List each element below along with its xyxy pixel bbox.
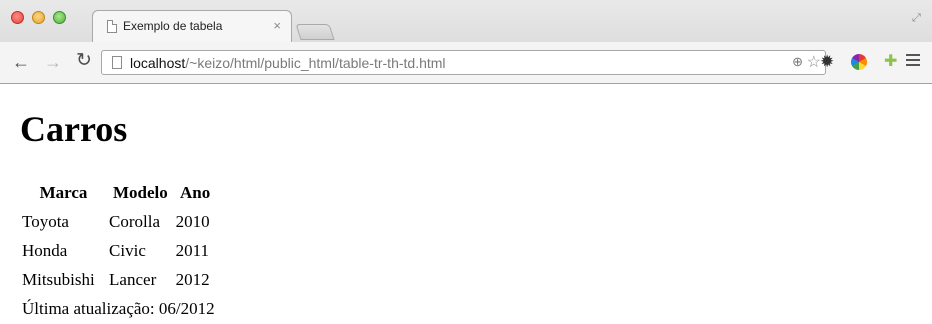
table-cell: Honda: [22, 240, 68, 260]
column-header-modelo: Modelo: [112, 182, 168, 202]
column-header-ano: Ano: [180, 182, 211, 202]
page-icon: [112, 56, 122, 69]
page-icon: [107, 20, 117, 33]
table-row: Toyota Corolla 2010: [21, 208, 216, 235]
back-arrow-icon[interactable]: ←: [12, 53, 30, 71]
table-header-row: Marca Modelo Ano: [21, 179, 216, 206]
table-cell: 2011: [175, 240, 210, 260]
table-cell: Mitsubishi: [22, 269, 95, 289]
page-heading: Carros: [20, 109, 128, 149]
table-cell: Toyota: [22, 211, 69, 231]
table-footer-row: Última atualização: 06/2012: [21, 295, 216, 322]
table-cell: Corolla: [109, 211, 161, 231]
new-tab-button[interactable]: [295, 24, 335, 40]
url-text[interactable]: localhost/~keizo/html/public_html/table-…: [130, 55, 446, 71]
table-cell: 2010: [175, 211, 210, 231]
pinwheel-extension-icon[interactable]: [851, 54, 867, 70]
reload-icon[interactable]: ↻: [76, 51, 92, 70]
cars-table: Marca Modelo Ano Toyota Corolla 2010 Hon…: [19, 177, 218, 324]
table-cell: Civic: [109, 240, 146, 260]
table-row: Mitsubishi Lancer 2012: [21, 266, 216, 293]
window-maximize-button[interactable]: [53, 11, 66, 24]
tab-title: Exemplo de tabela: [123, 19, 223, 33]
forward-arrow-icon[interactable]: →: [44, 53, 62, 71]
window-close-button[interactable]: [11, 11, 24, 24]
page-content: Carros Marca Modelo Ano Toyota Corolla 2…: [0, 84, 932, 320]
fullscreen-icon[interactable]: ⤢: [912, 12, 924, 24]
column-header-marca: Marca: [39, 182, 88, 202]
url-host: localhost: [130, 55, 186, 71]
url-path: /~keizo/html/public_html/table-tr-th-td.…: [185, 55, 446, 71]
android-extension-icon[interactable]: ✚: [884, 53, 897, 71]
window-minimize-button[interactable]: [32, 11, 45, 24]
last-update-text: Última atualização: 06/2012: [22, 298, 215, 318]
table-row: Honda Civic 2011: [21, 237, 216, 264]
table-cell: 2012: [175, 269, 210, 289]
menu-icon[interactable]: [906, 54, 920, 69]
browser-tab[interactable]: Exemplo de tabela ×: [92, 10, 292, 42]
zoom-icon[interactable]: ⊕: [792, 54, 803, 70]
bookmark-star-icon[interactable]: ☆: [807, 52, 821, 72]
address-bar[interactable]: localhost/~keizo/html/public_html/table-…: [101, 50, 826, 75]
browser-toolbar: ← → ↻ localhost/~keizo/html/public_html/…: [0, 42, 932, 84]
table-cell: Lancer: [109, 269, 157, 289]
gear-icon[interactable]: ✹: [820, 53, 834, 71]
browser-chrome: Exemplo de tabela × ⤢ ← → ↻ localhost/~k…: [0, 0, 932, 84]
title-bar: Exemplo de tabela × ⤢: [0, 0, 932, 42]
tab-close-icon[interactable]: ×: [273, 18, 281, 33]
